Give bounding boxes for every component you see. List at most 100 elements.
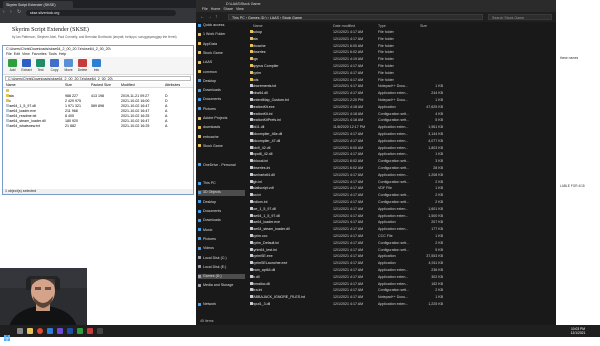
file-row[interactable]: WABBAJACK_IGNORE_FILES.txt 12/1/2021 4:17… — [248, 295, 553, 300]
ribbon-view[interactable]: View — [236, 7, 244, 11]
move-button[interactable]: Move — [62, 59, 75, 74]
file-row[interactable]: d3dcompiler_47.dll 12/1/2021 4:17 AM Appli… — [248, 138, 553, 144]
file-row[interactable]: Backup 12/1/2021 4:17 AM File folder — [248, 30, 553, 35]
file-row[interactable]: skse64_loader.exe 12/1/2021 4:17 AM Applic… — [248, 220, 553, 225]
file-row[interactable]: enbseries 12/1/2021 6:02 AM File folder — [248, 50, 553, 55]
file-row[interactable]: d3dcompiler_46e.dll 12/1/2021 4:17 AM Appl… — [248, 132, 553, 137]
browser-tab[interactable]: Skyrim Script Extender (SKSE) — [3, 1, 73, 8]
file-row[interactable]: xinput1_3.dll 12/1/2021 4:17 AM Applicatio… — [248, 302, 553, 307]
menu-file[interactable]: File — [6, 52, 12, 56]
file-row[interactable]: Logs 12/1/2021 4:19 AM File folder — [248, 57, 553, 62]
file-row[interactable]: dinput8_42.dll 12/1/2021 4:17 AM Applicati… — [248, 152, 553, 157]
discord-icon[interactable] — [57, 328, 63, 334]
nav-item[interactable]: LAAS — [198, 60, 245, 65]
info-button[interactable]: Info — [90, 59, 103, 74]
up-icon[interactable]: ↑ — [215, 15, 218, 20]
file-row[interactable]: enbseries.ini 12/1/2021 6:02 AM Configurat… — [248, 166, 553, 171]
nav-item[interactable]: Stock Game — [198, 51, 245, 56]
col-attributes[interactable]: Attributes — [165, 83, 180, 87]
ribbon-share[interactable]: Share — [223, 7, 233, 11]
file-row[interactable]: High.ini 12/1/2021 4:17 AM Configuration s… — [248, 179, 553, 185]
nav-item[interactable]: Media and Storage — [198, 283, 245, 288]
back-icon[interactable]: ‹ — [3, 10, 7, 15]
nav-item[interactable]: Local Disk (C:) — [198, 256, 245, 261]
ribbon-file[interactable]: File — [202, 7, 208, 11]
menu-edit[interactable]: Edit — [14, 52, 20, 56]
obs-icon[interactable] — [87, 328, 93, 334]
nav-item[interactable]: downloads — [198, 125, 245, 130]
nav-item[interactable]: Network — [198, 302, 245, 307]
menu-favorites[interactable]: Favorites — [32, 52, 47, 56]
folder-icon[interactable] — [27, 328, 33, 334]
file-row[interactable]: Skyrim.ccc 12/1/2021 4:17 AM CCC File 1 KB — [248, 234, 553, 239]
chrome-icon[interactable] — [37, 328, 43, 334]
nav-item[interactable]: common — [198, 70, 245, 75]
7zip-path[interactable]: C:\Users\Chris\Downloads\skse64_2_00_20.… — [5, 76, 191, 81]
col-name[interactable]: Name — [253, 24, 263, 29]
forward-icon[interactable]: → — [207, 15, 212, 20]
nav-item[interactable]: Adobe Projects — [198, 116, 245, 121]
col-name[interactable]: Name — [6, 83, 16, 87]
menu-view[interactable]: View — [22, 52, 30, 56]
breadcrumb[interactable]: This PC › Games (D:) › LAAS › Stock Game — [228, 14, 483, 20]
nav-item[interactable]: Pictures — [198, 237, 245, 242]
nav-item[interactable]: Stock Game — [198, 144, 245, 149]
nav-item[interactable]: Videos — [198, 246, 245, 251]
nav-item[interactable]: AppData — [198, 42, 245, 47]
file-row[interactable]: Ultra.ini 12/1/2021 4:17 AM Configuration … — [248, 288, 553, 293]
col-packed[interactable]: Packed Size — [91, 83, 111, 87]
breadcrumb-stock-game[interactable]: Stock Game — [282, 16, 302, 20]
extract-button[interactable]: Extract — [20, 59, 33, 74]
col-date[interactable]: Date modified — [333, 24, 355, 29]
forward-icon[interactable]: › — [10, 10, 14, 15]
7zip-taskbar-icon[interactable] — [77, 328, 83, 334]
breadcrumb-this-pc[interactable]: This PC — [232, 16, 245, 20]
file-row[interactable]: binkw64.dll 12/1/2021 4:17 AM Application … — [248, 91, 553, 96]
file-row[interactable]: steam_api64.dll 12/1/2021 4:17 AM Applicat… — [248, 268, 553, 273]
file-row[interactable]: d3dx9_42.dll 12/1/2021 6:00 AM Application… — [248, 145, 553, 151]
file-row[interactable]: flowchartx64.dll 12/1/2021 4:17 AM Applica… — [248, 172, 553, 178]
search-icon[interactable] — [17, 328, 23, 334]
file-row[interactable]: skse64_steam_loader.dll 12/1/2021 4:17 AM… — [248, 227, 553, 232]
nav-item[interactable]: OneDrive - Personal — [198, 163, 245, 168]
nav-item[interactable]: Documents — [198, 97, 245, 102]
word-icon[interactable] — [67, 328, 73, 334]
steam-icon[interactable] — [97, 328, 103, 334]
file-row[interactable]: installscript.vdf 12/1/2021 4:17 AM VDF Fi… — [248, 186, 553, 191]
file-row[interactable]: Skyrim_Default.ini 12/1/2021 4:17 AM Confi… — [248, 240, 553, 246]
file-row[interactable]: CreationKitPrefs.ini 12/1/2021 4:18 AM Con… — [248, 118, 553, 123]
clock[interactable]: 10:03 PM 12/1/2021 — [566, 327, 590, 335]
nav-item[interactable]: Pictures — [198, 107, 245, 112]
file-row[interactable]: ssce_1_5_97.dll 12/1/2021 4:17 AM Applicat… — [248, 206, 553, 212]
nav-item[interactable]: Downloads — [198, 218, 245, 223]
url-bar[interactable]: skse.silverlock.org — [26, 9, 176, 16]
file-row[interactable]: Skyrim 12/1/2021 4:17 AM File folder — [248, 70, 553, 76]
explorer-search[interactable]: Search Stock Game — [488, 14, 552, 20]
file-row[interactable]: skse64_1_5_97.dll 12/1/2021 4:17 AM Applic… — [248, 213, 553, 219]
file-row[interactable]: tbb.dll 12/1/2021 4:17 AM Application exte… — [248, 274, 553, 280]
file-row[interactable]: Data 12/1/2021 4:17 AM File folder — [248, 36, 553, 42]
archive-row[interactable]: skse64_whatsnew.txt 21 882 2021-10-02 16:2… — [3, 124, 193, 129]
breadcrumb-games[interactable]: Games (D:) — [248, 16, 267, 20]
file-row[interactable]: enblocal.ini 12/1/2021 6:02 AM Configurati… — [248, 159, 553, 164]
file-row[interactable]: tbbmalloc.dll 12/1/2021 4:17 AM Applicatio… — [248, 281, 553, 287]
test-button[interactable]: Test — [34, 59, 47, 74]
file-row[interactable]: d3d11.dll 11/8/2020 12:17 PM Application e… — [248, 125, 553, 130]
nav-item[interactable]: Downloads — [198, 88, 245, 93]
back-icon[interactable]: ← — [200, 15, 205, 20]
file-row[interactable]: ContentMap_Custom.txt 12/1/2021 2:20 PM No… — [248, 98, 553, 103]
nav-item[interactable]: Music — [198, 228, 245, 233]
nav-item[interactable]: Local Disk (E:) — [198, 265, 245, 270]
breadcrumb-laas[interactable]: LAAS — [270, 16, 279, 20]
copy-button[interactable]: Copy — [48, 59, 61, 74]
reload-icon[interactable]: ↻ — [17, 10, 21, 15]
ribbon-home[interactable]: Home — [211, 7, 221, 11]
col-modified[interactable]: Modified — [121, 83, 135, 87]
nav-item[interactable]: 3D Objects — [198, 190, 245, 196]
edge-icon[interactable] — [47, 328, 53, 334]
col-size[interactable]: Size — [420, 24, 427, 29]
file-row[interactable]: enbcache 12/1/2021 6:00 AM File folder — [248, 43, 553, 49]
nav-item[interactable]: Quick access — [198, 23, 245, 28]
menu-tools[interactable]: Tools — [48, 52, 56, 56]
nav-item[interactable]: enbcache — [198, 135, 245, 140]
